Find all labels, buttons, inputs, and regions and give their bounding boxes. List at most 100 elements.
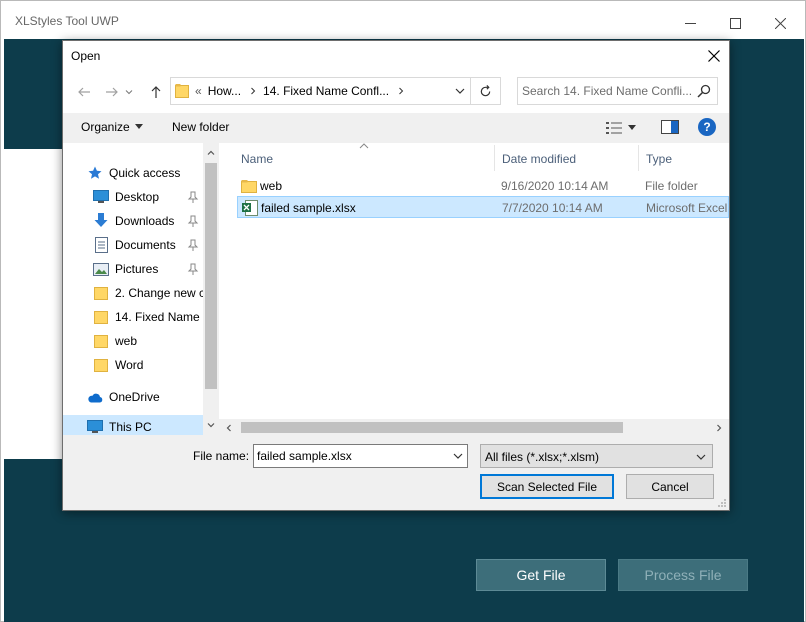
column-divider[interactable] — [638, 145, 639, 171]
file-row[interactable]: web 9/16/2020 10:14 AM File folder — [237, 175, 729, 197]
nav-item-folder[interactable]: 2. Change new c — [93, 281, 203, 305]
nav-item-folder[interactable]: 14. Fixed Name ( — [93, 305, 203, 329]
file-name-input[interactable] — [257, 449, 447, 463]
navigation-pane: Quick access Desktop Downloads Documents… — [63, 143, 219, 435]
organize-label: Organize — [81, 120, 130, 134]
pin-icon — [187, 239, 199, 251]
dialog-title: Open — [71, 49, 101, 63]
nav-item-quick-access[interactable]: Quick access — [87, 161, 219, 185]
search-input[interactable] — [522, 83, 692, 99]
preview-pane-icon[interactable] — [661, 120, 679, 134]
breadcrumb-overflow[interactable]: « — [195, 84, 202, 98]
scroll-thumb[interactable] — [205, 163, 217, 389]
scan-selected-file-button[interactable]: Scan Selected File — [480, 474, 614, 499]
file-name-label: File name: — [193, 449, 250, 463]
minimize-button[interactable] — [667, 9, 713, 37]
chevron-right-icon — [717, 424, 722, 432]
nav-item-label: Desktop — [115, 190, 160, 204]
breadcrumb-item[interactable]: How... — [208, 84, 241, 98]
nav-item-folder[interactable]: Word — [93, 353, 203, 377]
nav-pane-scrollbar[interactable] — [203, 143, 219, 435]
forward-button[interactable] — [101, 81, 123, 103]
close-button[interactable] — [757, 9, 803, 37]
nav-item-label: 14. Fixed Name ( — [115, 310, 203, 324]
file-list-h-scrollbar[interactable] — [219, 419, 729, 436]
file-type-select[interactable]: All files (*.xlsx;*.xlsm) — [480, 444, 713, 468]
resize-grip-icon[interactable] — [717, 498, 727, 508]
pin-icon — [187, 191, 199, 203]
chevron-down-icon — [125, 90, 133, 95]
nav-item-downloads[interactable]: Downloads — [93, 209, 203, 233]
search-icon[interactable] — [697, 84, 711, 98]
cancel-button[interactable]: Cancel — [626, 474, 714, 499]
file-name: failed sample.xlsx — [261, 201, 356, 215]
new-folder-button[interactable]: New folder — [172, 120, 229, 134]
column-header-name[interactable]: Name — [241, 147, 273, 171]
nav-item-label: This PC — [109, 420, 152, 434]
download-icon — [93, 213, 109, 229]
nav-item-folder[interactable]: web — [93, 329, 203, 353]
scroll-thumb[interactable] — [241, 422, 623, 433]
chevron-down-icon[interactable] — [454, 86, 466, 96]
change-view-button[interactable] — [606, 119, 646, 137]
chevron-right-icon — [399, 87, 404, 95]
arrow-left-icon — [78, 87, 90, 97]
back-button[interactable] — [73, 81, 95, 103]
app-title: XLStyles Tool UWP — [15, 14, 119, 28]
arrow-right-icon — [106, 87, 118, 97]
up-button[interactable] — [145, 81, 167, 103]
dialog-titlebar: Open — [63, 41, 729, 71]
dialog-close-button[interactable] — [699, 41, 729, 71]
scroll-down-button[interactable] — [203, 417, 219, 433]
column-header-date[interactable]: Date modified — [502, 147, 576, 171]
folder-icon — [175, 84, 189, 98]
breadcrumb-item[interactable]: 14. Fixed Name Confl... — [263, 84, 389, 98]
file-type: Microsoft Excel W — [646, 201, 729, 215]
file-type-selected: All files (*.xlsx;*.xlsm) — [485, 450, 600, 464]
column-divider[interactable] — [494, 145, 495, 171]
file-name-combobox[interactable] — [253, 444, 468, 468]
nav-item-onedrive[interactable]: OneDrive — [87, 385, 203, 409]
chevron-down-icon — [696, 454, 706, 460]
folder-icon — [241, 180, 257, 193]
organize-button[interactable]: Organize — [81, 120, 143, 134]
get-file-button[interactable]: Get File — [476, 559, 606, 591]
file-list: Name Date modified Type web 9/16/2020 10… — [219, 143, 729, 435]
chevron-down-icon[interactable] — [453, 452, 463, 460]
chevron-up-icon — [207, 150, 215, 155]
pin-icon — [187, 263, 199, 275]
folder-icon — [93, 309, 109, 325]
nav-item-this-pc[interactable]: This PC — [63, 415, 203, 435]
scroll-right-button[interactable] — [711, 420, 727, 436]
close-icon — [708, 50, 720, 62]
cloud-icon — [87, 389, 103, 405]
chevron-down-icon — [207, 423, 215, 428]
process-file-button[interactable]: Process File — [618, 559, 748, 591]
folder-icon — [93, 357, 109, 373]
app-content-strip — [4, 149, 66, 459]
refresh-button[interactable] — [471, 77, 501, 105]
file-name: web — [260, 179, 283, 193]
nav-item-label: Word — [115, 358, 144, 372]
folder-icon — [93, 333, 109, 349]
address-bar[interactable]: « How... 14. Fixed Name Confl... — [170, 77, 471, 105]
open-dialog: Open « How... 14. Fixed Name Confl... Se… — [62, 40, 730, 511]
nav-item-desktop[interactable]: Desktop — [93, 185, 203, 209]
arrow-up-icon — [151, 86, 161, 98]
desktop-icon — [93, 189, 109, 205]
computer-icon — [87, 419, 103, 435]
file-row[interactable]: failed sample.xlsx 7/7/2020 10:14 AM Mic… — [237, 196, 729, 218]
sort-ascending-icon — [359, 143, 369, 149]
file-type: File folder — [645, 179, 698, 193]
nav-item-documents[interactable]: Documents — [93, 233, 203, 257]
nav-item-label: Pictures — [115, 262, 159, 276]
maximize-button[interactable] — [712, 9, 758, 37]
nav-item-label: OneDrive — [109, 390, 160, 404]
help-button[interactable]: ? — [698, 118, 716, 136]
search-box[interactable] — [517, 77, 718, 105]
recent-locations-button[interactable] — [123, 81, 135, 103]
column-header-type[interactable]: Type — [646, 147, 672, 171]
scroll-up-button[interactable] — [203, 145, 219, 161]
nav-item-pictures[interactable]: Pictures — [93, 257, 203, 281]
scroll-left-button[interactable] — [221, 420, 237, 436]
